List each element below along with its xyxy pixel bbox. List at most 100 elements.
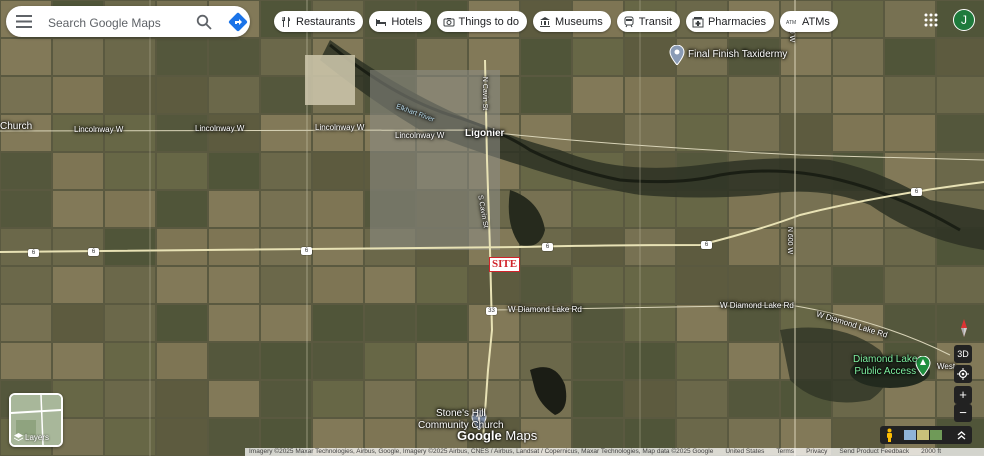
field-parcel <box>313 229 363 265</box>
svg-text:ATM: ATM <box>786 20 796 26</box>
field-parcel <box>105 343 155 379</box>
field-parcel <box>729 381 779 417</box>
feedback-link[interactable]: Send Product Feedback <box>839 448 909 456</box>
route-6-shield: 6 <box>88 248 99 256</box>
field-parcel <box>1 229 51 265</box>
field-parcel <box>365 267 415 303</box>
field-parcel <box>261 267 311 303</box>
field-parcel <box>573 39 623 75</box>
field-parcel <box>781 77 831 113</box>
field-parcel <box>209 305 259 341</box>
field-parcel <box>157 419 207 455</box>
field-parcel <box>53 191 103 227</box>
field-parcel <box>625 343 675 379</box>
chip-label: Transit <box>638 15 672 28</box>
field-parcel <box>417 267 467 303</box>
fork-knife-icon <box>282 16 290 27</box>
chip-atms[interactable]: ATM ATMs <box>780 11 838 32</box>
field-parcel <box>157 77 207 113</box>
field-parcel <box>105 267 155 303</box>
field-parcel <box>521 267 571 303</box>
field-parcel <box>677 343 727 379</box>
field-parcel <box>105 381 155 417</box>
compass-icon[interactable] <box>953 317 975 339</box>
label-church: Church <box>0 121 33 132</box>
google-maps-logo: Google Maps <box>457 428 537 443</box>
label-lincolnway: Lincolnway W <box>315 123 365 132</box>
terms-link[interactable]: Terms <box>776 448 794 456</box>
field-parcel <box>261 39 311 75</box>
field-parcel <box>157 153 207 189</box>
field-parcel <box>573 267 623 303</box>
field-parcel <box>729 343 779 379</box>
country-label: United States <box>725 448 765 455</box>
3d-toggle-button[interactable]: 3D <box>954 345 972 363</box>
chip-restaurants[interactable]: Restaurants <box>274 11 364 32</box>
chip-museums[interactable]: Museums <box>533 11 611 32</box>
field-parcel <box>105 191 155 227</box>
search-input[interactable] <box>46 12 190 33</box>
field-parcel <box>313 305 363 341</box>
field-parcel <box>313 343 363 379</box>
chip-transit[interactable]: Transit <box>616 11 680 32</box>
field-parcel <box>625 115 675 151</box>
field-parcel <box>417 305 467 341</box>
expand-up-icon[interactable] <box>957 430 966 440</box>
field-parcel <box>157 343 207 379</box>
label-lincolnway: Lincolnway W <box>195 124 245 133</box>
field-parcel <box>625 267 675 303</box>
field-parcel <box>937 77 984 113</box>
field-parcel <box>833 115 883 151</box>
field-parcel <box>53 343 103 379</box>
menu-icon[interactable] <box>16 14 32 29</box>
search-icon[interactable] <box>196 14 212 30</box>
atm-icon: ATM <box>786 20 796 26</box>
my-location-button[interactable] <box>954 365 972 383</box>
field-parcel <box>313 267 363 303</box>
field-parcel <box>209 267 259 303</box>
field-parcel <box>261 305 311 341</box>
chip-pharmacies[interactable]: Pharmacies <box>685 11 775 32</box>
imagery-thumbnails[interactable] <box>904 430 942 440</box>
zoom-in-button[interactable]: + <box>954 386 972 404</box>
satellite-map[interactable] <box>0 0 984 456</box>
field-parcel <box>677 115 727 151</box>
field-parcel <box>53 153 103 189</box>
chip-label: Things to do <box>458 15 520 28</box>
label-lincolnway: Lincolnway W <box>395 131 445 140</box>
field-parcel <box>209 191 259 227</box>
field-parcel <box>521 39 571 75</box>
chip-label: ATMs <box>802 15 830 28</box>
scale-label[interactable]: 2000 ft <box>921 448 941 456</box>
field-parcel <box>313 115 363 151</box>
pharmacy-icon <box>692 16 704 27</box>
field-parcel <box>833 267 883 303</box>
chip-things-to-do[interactable]: Things to do <box>436 11 528 32</box>
field-parcel <box>1 39 51 75</box>
account-avatar[interactable]: J <box>953 9 975 31</box>
privacy-link[interactable]: Privacy <box>806 448 827 456</box>
field-parcel <box>573 381 623 417</box>
layers-button[interactable]: Layers <box>9 393 63 447</box>
poi-taxidermy[interactable]: Final Finish Taxidermy <box>669 44 787 70</box>
field-parcel <box>677 381 727 417</box>
zoom-out-button[interactable]: − <box>954 404 972 422</box>
field-parcel <box>625 77 675 113</box>
route-6-shield: 6 <box>911 188 922 196</box>
chip-hotels[interactable]: Hotels <box>369 11 431 32</box>
poi-taxidermy-label: Final Finish Taxidermy <box>688 49 788 60</box>
directions-icon[interactable] <box>228 12 248 32</box>
search-box <box>6 6 250 37</box>
field-parcel <box>53 305 103 341</box>
poi-diamond-lake-access[interactable]: Diamond Lake Public Access <box>853 354 931 381</box>
apps-grid-icon[interactable] <box>924 13 938 27</box>
field-parcel <box>105 77 155 113</box>
chip-label: Museums <box>555 15 603 28</box>
field-parcel <box>157 381 207 417</box>
bed-icon <box>376 18 387 26</box>
field-parcel <box>625 229 675 265</box>
field-parcel <box>729 115 779 151</box>
site-marker-label: SITE <box>489 257 521 272</box>
pegman-icon[interactable] <box>885 428 894 442</box>
field-parcel <box>209 77 259 113</box>
